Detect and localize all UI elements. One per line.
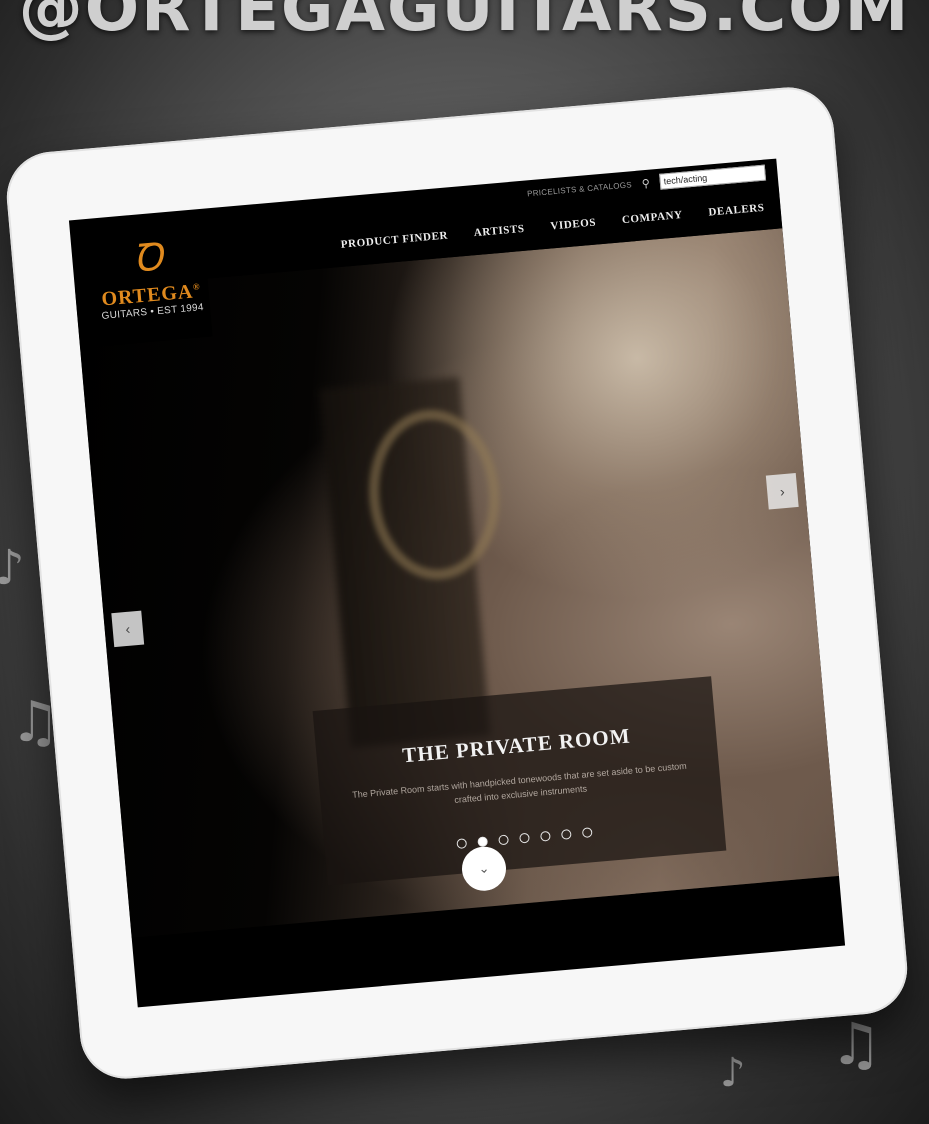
music-note-icon: ♫ xyxy=(830,1010,882,1078)
chevron-right-icon: › xyxy=(779,483,786,500)
tablet-screen: ‹ › THE PRIVATE ROOM The Private Room st… xyxy=(68,158,846,1008)
slider-dot-5[interactable] xyxy=(539,830,551,842)
slider-prev-button[interactable]: ‹ xyxy=(111,610,145,648)
pricelists-catalogs-link[interactable]: PRICELISTS & CATALOGS xyxy=(527,180,633,198)
slider-dot-7[interactable] xyxy=(581,827,593,839)
music-note-icon: ♪ xyxy=(720,1050,746,1096)
slider-dot-4[interactable] xyxy=(519,832,530,844)
slider-dot-6[interactable] xyxy=(560,829,572,840)
music-note-icon: ♪ xyxy=(0,540,25,596)
slide-caption: THE PRIVATE ROOM The Private Room starts… xyxy=(312,676,727,886)
nav-dealers[interactable]: DEALERS xyxy=(708,202,765,219)
chevron-left-icon: ‹ xyxy=(124,620,131,638)
slider-pagination xyxy=(325,816,724,861)
nav-company[interactable]: COMPANY xyxy=(621,209,683,226)
nav-artists[interactable]: ARTISTS xyxy=(473,223,525,239)
nav-videos[interactable]: VIDEOS xyxy=(550,217,597,233)
logo-reg-mark: ® xyxy=(192,281,201,292)
chevron-down-icon: ⌄ xyxy=(477,860,491,877)
search-icon[interactable]: ⚲ xyxy=(641,176,650,190)
slider-next-button[interactable]: › xyxy=(765,473,799,510)
slider-dot-3[interactable] xyxy=(498,834,509,846)
tablet-device: ‹ › THE PRIVATE ROOM The Private Room st… xyxy=(3,83,911,1083)
slider-dot-1[interactable] xyxy=(456,838,468,849)
nav-product-finder[interactable]: PRODUCT FINDER xyxy=(340,229,448,250)
slider-dot-2[interactable] xyxy=(477,836,489,848)
website-banner: @ORTEGAGUITARS.COM xyxy=(18,0,911,46)
